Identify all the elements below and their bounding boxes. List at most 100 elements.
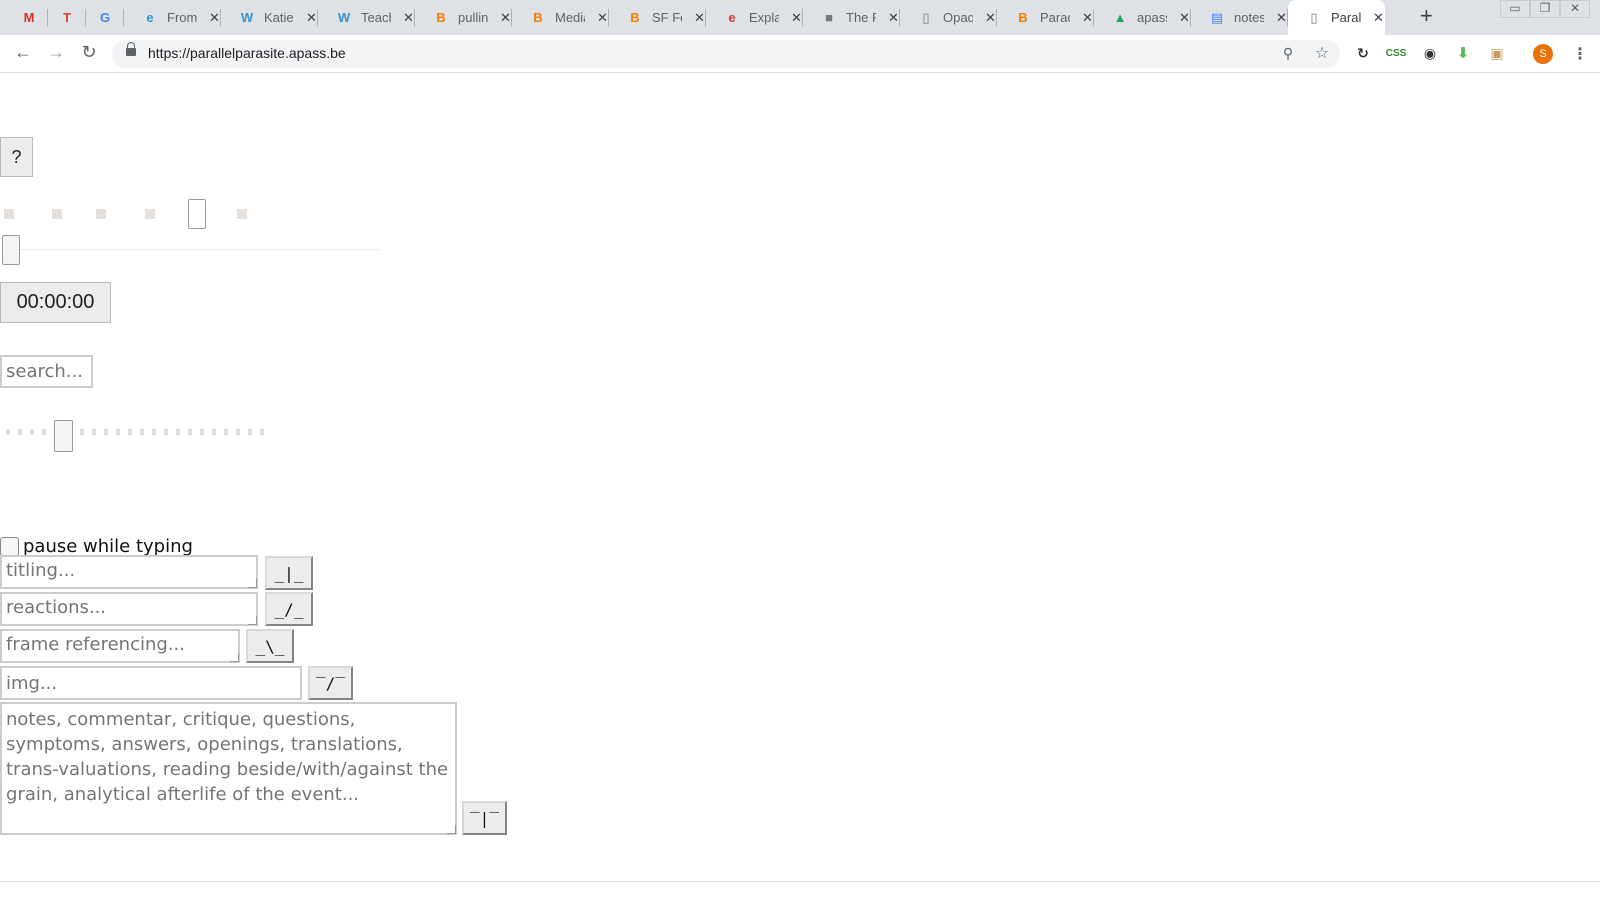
tab-title: Explai	[749, 10, 779, 25]
forward-icon[interactable]: →	[45, 41, 67, 63]
url-text[interactable]: https://parallelparasite.apass.be	[148, 45, 346, 61]
speed-tick	[128, 429, 132, 435]
reactions-submit-button[interactable]: _/_	[265, 592, 313, 626]
browser-tab[interactable]: B Parad ✕	[997, 0, 1094, 35]
close-tab-icon[interactable]: ✕	[500, 10, 511, 26]
close-tab-icon[interactable]: ✕	[791, 10, 802, 26]
menu-dots-icon[interactable]: ⋮	[1570, 44, 1590, 64]
speed-tick	[18, 429, 22, 435]
browser-tab[interactable]: B SF Fer ✕	[609, 0, 706, 35]
browser-tab[interactable]: B Media ✕	[512, 0, 609, 35]
new-tab-button[interactable]: +	[1420, 3, 1433, 29]
browser-tab[interactable]: e Explai ✕	[706, 0, 803, 35]
speed-tick	[212, 429, 216, 435]
browser-tab[interactable]: Bpullin ✕	[415, 0, 512, 35]
browser-tab[interactable]: G	[86, 0, 124, 35]
briefcase-icon[interactable]: ▣	[1487, 43, 1507, 63]
speed-tick	[80, 429, 84, 435]
speed-slider-handle[interactable]	[54, 420, 73, 452]
minimize-button[interactable]: ▭	[1500, 0, 1530, 18]
bookmark-star-icon[interactable]: ☆	[1313, 44, 1331, 62]
download-arrow-icon[interactable]: ⬇	[1453, 43, 1473, 63]
timeline-slider-handle[interactable]	[2, 235, 20, 265]
close-tab-icon[interactable]: ✕	[597, 10, 608, 26]
tab-title: From	[167, 10, 197, 25]
speed-tick	[140, 429, 144, 435]
playback-control-handle[interactable]	[188, 199, 206, 229]
reload-icon[interactable]: ↻	[78, 41, 100, 63]
profile-avatar[interactable]: S	[1533, 44, 1553, 64]
browser-tab[interactable]: ▯ Opaq ✕	[900, 0, 997, 35]
notes-submit-button[interactable]: ‾|‾	[462, 801, 507, 835]
close-tab-icon[interactable]: ✕	[985, 10, 996, 26]
timecode-button[interactable]: 00:00:00	[0, 282, 111, 323]
page-icon: ▯	[1310, 9, 1318, 25]
css-extension-icon[interactable]: CSS	[1386, 43, 1407, 63]
speed-tick	[104, 429, 108, 435]
tab-title: Opaq	[943, 10, 973, 25]
close-tab-icon[interactable]: ✕	[888, 10, 899, 26]
close-tab-icon[interactable]: ✕	[1179, 10, 1190, 26]
pause-while-typing-checkbox[interactable]	[0, 536, 19, 556]
search-input[interactable]	[0, 355, 93, 388]
control-dot[interactable]	[145, 209, 155, 219]
control-dot[interactable]	[4, 209, 14, 219]
reactions-field[interactable]	[0, 592, 258, 626]
control-dot[interactable]	[52, 209, 62, 219]
notes-field[interactable]	[0, 702, 457, 835]
browser-tab[interactable]: W Teach ✕	[318, 0, 415, 35]
close-tab-icon[interactable]: ✕	[1082, 10, 1093, 26]
control-dot[interactable]	[96, 209, 106, 219]
tab-title: Parad	[1040, 10, 1070, 25]
browser-tab[interactable]: ▯ Parall ✕	[1288, 0, 1385, 35]
restore-button[interactable]: ❐	[1530, 0, 1560, 18]
wordpress-icon: W	[240, 10, 254, 25]
close-tab-icon[interactable]: ✕	[209, 10, 220, 26]
speed-tick	[200, 429, 204, 435]
close-tab-icon[interactable]: ✕	[1373, 10, 1384, 26]
pause-while-typing-label: pause while typing	[23, 535, 193, 557]
speed-tick	[42, 429, 46, 435]
close-tab-icon[interactable]: ✕	[1276, 10, 1287, 26]
todoist-icon: T	[63, 10, 71, 25]
browser-tab[interactable]: ▲ apass ✕	[1094, 0, 1191, 35]
back-icon[interactable]: ←	[12, 41, 34, 63]
resize-grip-icon[interactable]	[447, 825, 456, 834]
speed-tick	[188, 429, 192, 435]
resize-grip-icon[interactable]	[248, 616, 257, 625]
blogger-icon: B	[533, 10, 543, 25]
titling-submit-button[interactable]: _|_	[265, 556, 313, 590]
speed-slider[interactable]	[6, 420, 276, 452]
img-submit-button[interactable]: ‾/‾	[308, 666, 353, 700]
page-icon: ▯	[922, 9, 930, 25]
frame-referencing-submit-button[interactable]: _\_	[246, 629, 294, 663]
titling-field[interactable]	[0, 555, 258, 589]
zoom-icon[interactable]: ⚲	[1279, 44, 1297, 62]
img-field[interactable]	[0, 666, 302, 700]
browser-tab[interactable]: T	[48, 0, 86, 35]
speed-tick	[6, 429, 10, 435]
browser-tab[interactable]: M	[10, 0, 48, 35]
browser-tab[interactable]: ▤ notes ✕	[1191, 0, 1288, 35]
browser-tab[interactable]: W Katie ✕	[221, 0, 318, 35]
browser-tab[interactable]: e From ✕	[124, 0, 221, 35]
timeline-track[interactable]	[12, 249, 380, 250]
resize-grip-icon[interactable]	[248, 579, 257, 588]
frame-referencing-field[interactable]	[0, 629, 240, 663]
control-dot[interactable]	[237, 209, 247, 219]
resize-grip-icon[interactable]	[230, 653, 239, 662]
close-tab-icon[interactable]: ✕	[306, 10, 317, 26]
record-icon[interactable]: ◉	[1420, 43, 1440, 63]
close-window-button[interactable]: ✕	[1560, 0, 1590, 18]
cube-icon: ■	[825, 10, 833, 25]
wordpress-icon: W	[337, 10, 351, 25]
help-button[interactable]: ?	[0, 137, 33, 177]
close-tab-icon[interactable]: ✕	[694, 10, 705, 26]
close-tab-icon[interactable]: ✕	[403, 10, 414, 26]
speed-tick	[30, 429, 34, 435]
browser-tab[interactable]: ■ The P ✕	[803, 0, 900, 35]
lock-icon[interactable]	[126, 42, 136, 56]
speed-tick	[260, 429, 264, 435]
extension-refresh-icon[interactable]: ↻	[1353, 43, 1373, 63]
drive-icon: ▲	[1113, 10, 1127, 25]
